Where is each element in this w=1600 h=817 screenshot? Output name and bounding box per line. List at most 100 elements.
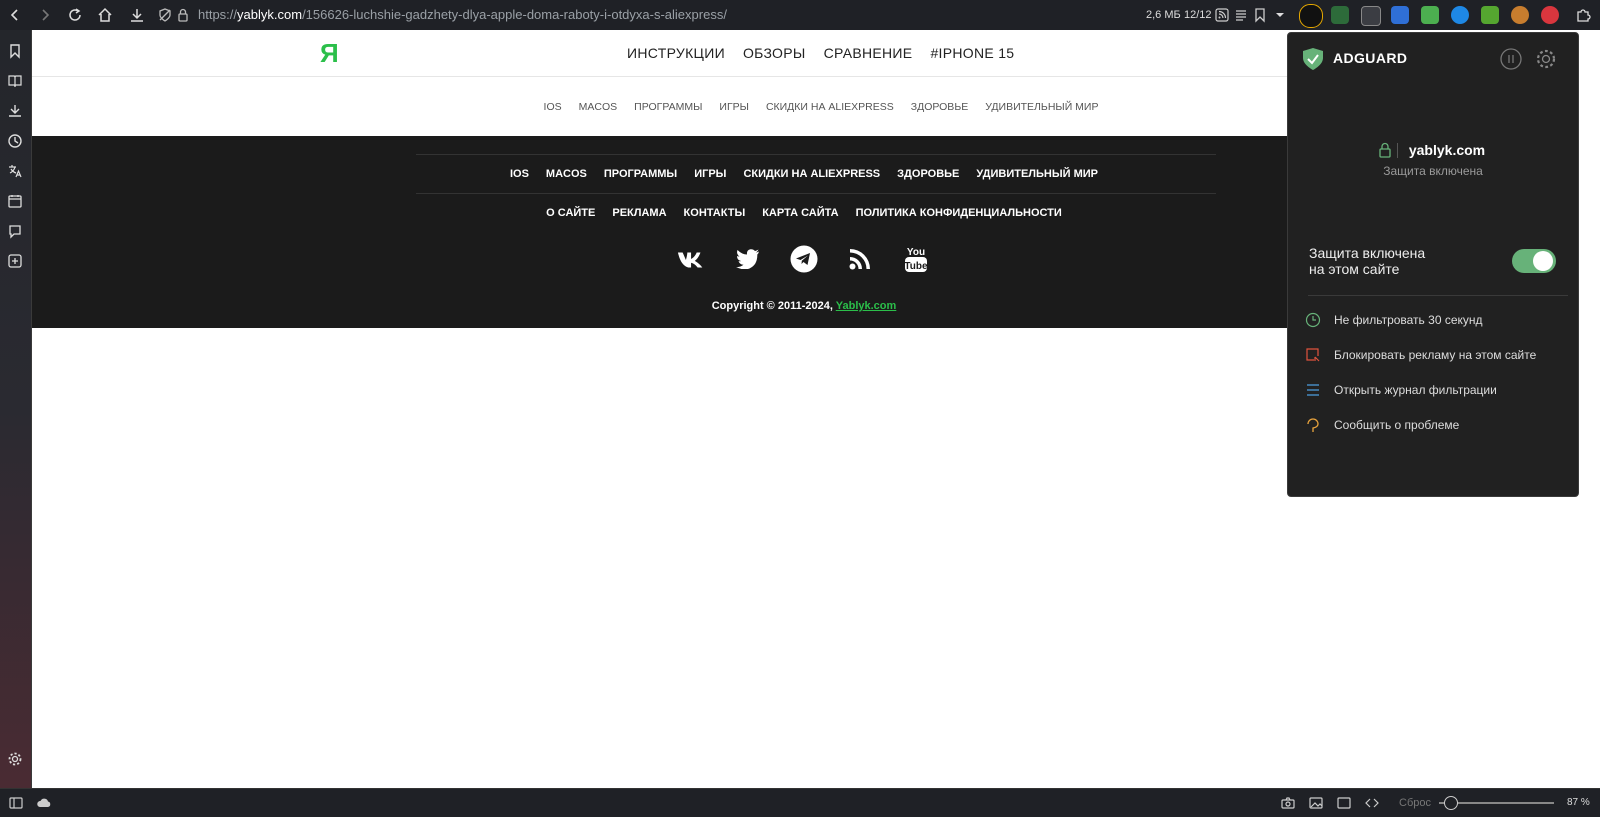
extension-record-icon[interactable] [1541,6,1559,24]
youtube-icon[interactable]: You Tube [900,243,932,275]
report-icon [1307,418,1319,432]
url-path: /156626-luchshie-gadzhety-dlya-apple-dom… [302,7,727,22]
bookmark-button[interactable] [1249,4,1271,26]
action-block-ads[interactable]: Блокировать рекламу на этом сайте [1305,345,1536,365]
action-filter-log[interactable]: Открыть журнал фильтрации [1305,380,1497,400]
nav-item-comparison[interactable]: СРАВНЕНИЕ [824,45,913,61]
category-ios[interactable]: IOS [544,101,562,113]
settings-gear-icon[interactable] [1535,48,1557,70]
footer-link-about[interactable]: О САЙТЕ [546,207,595,219]
calendar-icon [8,195,22,208]
address-dropdown-button[interactable] [1269,4,1291,26]
url-host: yablyk.com [237,7,303,22]
extension-eye-icon[interactable] [1331,6,1349,24]
svg-text:Tube: Tube [904,261,928,272]
extension-cookie-icon[interactable] [1511,6,1529,24]
page-tiling-icon[interactable] [1336,795,1352,811]
panel-toggle-icon[interactable] [8,795,24,811]
footer-link-health[interactable]: ЗДОРОВЬЕ [897,168,959,180]
extension-download-icon[interactable] [1481,6,1499,24]
footer-link-macos[interactable]: MACOS [546,168,587,180]
action-report-problem[interactable]: Сообщить о проблеме [1305,415,1459,435]
category-health[interactable]: ЗДОРОВЬЕ [911,101,968,113]
protection-line-1: Защита включена [1309,245,1426,261]
adguard-extension-icon[interactable] [1421,6,1439,24]
footer-link-programs[interactable]: ПРОГРАММЫ [604,168,677,180]
cloud-sync-icon[interactable] [36,795,52,811]
footer-link-contacts[interactable]: КОНТАКТЫ [684,207,746,219]
extension-glasses-icon[interactable] [1361,6,1381,26]
footer-link-amazing-world[interactable]: УДИВИТЕЛЬНЫЙ МИР [976,168,1098,180]
footer-link-sitemap[interactable]: КАРТА САЙТА [762,207,838,219]
site-info-button[interactable] [172,4,194,26]
back-icon [10,9,18,21]
category-amazing-world[interactable]: УДИВИТЕЛЬНЫЙ МИР [985,101,1098,113]
footer-link-privacy[interactable]: ПОЛИТИКА КОНФИДЕНЦИАЛЬНОСТИ [856,207,1062,219]
telegram-icon[interactable] [788,243,820,275]
footer-link-games[interactable]: ИГРЫ [694,168,726,180]
screenshot-icon[interactable] [1280,795,1296,811]
site-logo[interactable]: Я [320,38,339,69]
reload-button[interactable] [64,4,86,26]
adguard-popup: ADGUARD yablyk.com Защита включена Защит… [1287,32,1579,497]
nav-item-iphone15[interactable]: #IPHONE 15 [930,45,1014,61]
zoom-slider-handle[interactable] [1443,796,1458,810]
copyright-link[interactable]: Yablyk.com [836,300,897,312]
downloads-button[interactable] [126,4,148,26]
sidebar-translate[interactable] [7,163,23,179]
extension-avatar-icon[interactable] [1299,4,1323,28]
sidebar-calendar[interactable] [7,193,23,209]
lock-icon [178,8,188,22]
pause-button[interactable] [1500,48,1522,70]
extension-translate-icon[interactable] [1391,6,1409,24]
footer-link-ads[interactable]: РЕКЛАМА [612,207,666,219]
vk-icon[interactable] [676,243,708,275]
extension-sync-icon[interactable] [1451,6,1469,24]
extensions-button[interactable] [1572,4,1594,26]
action-pause-30s[interactable]: Не фильтровать 30 секунд [1305,310,1483,330]
footer-link-aliexpress[interactable]: СКИДКИ НА ALIEXPRESS [743,168,880,180]
forward-icon [42,9,50,21]
nav-item-reviews[interactable]: ОБЗОРЫ [743,45,806,61]
sidebar-add-panel[interactable] [7,253,23,269]
action-label: Блокировать рекламу на этом сайте [1334,348,1537,362]
footer-link-ios[interactable]: IOS [510,168,529,180]
block-ad-icon [1306,348,1320,362]
category-aliexpress[interactable]: СКИДКИ НА ALIEXPRESS [766,101,894,113]
footer-divider [416,193,1216,194]
sidebar-history[interactable] [7,133,23,149]
home-button[interactable] [94,4,116,26]
category-games[interactable]: ИГРЫ [719,101,749,113]
action-label: Не фильтровать 30 секунд [1334,313,1483,327]
adguard-divider [1308,295,1568,296]
main-nav: ИНСТРУКЦИИ ОБЗОРЫ СРАВНЕНИЕ #IPHONE 15 [627,30,1014,76]
category-programs[interactable]: ПРОГРАММЫ [634,101,702,113]
rss-icon[interactable] [844,243,876,275]
sidebar-feeds[interactable] [7,223,23,239]
zoom-reset-button[interactable]: Сброс [1399,789,1431,817]
sidebar-bookmarks[interactable] [7,43,23,59]
sidebar-reading-list[interactable] [7,73,23,89]
back-button[interactable] [4,4,26,26]
list-icon [1307,384,1319,396]
sidebar-downloads[interactable] [7,103,23,119]
rss-feed-icon [1215,8,1229,22]
image-toggle-icon[interactable] [1308,795,1324,811]
nav-item-instructions[interactable]: ИНСТРУКЦИИ [627,45,725,61]
download-icon [131,9,143,22]
download-icon [9,105,21,117]
site-protection-toggle[interactable] [1512,249,1556,273]
category-macos[interactable]: MACOS [579,101,618,113]
forward-button[interactable] [34,4,56,26]
action-label: Сообщить о проблеме [1334,418,1460,432]
twitter-icon[interactable] [732,243,764,275]
address-bar[interactable]: https://yablyk.com/156626-luchshie-gadzh… [198,0,727,30]
shield-off-icon [159,8,171,22]
clock-icon [1305,312,1321,328]
svg-text:You: You [907,247,925,258]
toggle-knob [1533,251,1553,271]
sidebar-settings[interactable] [7,751,23,767]
adguard-brand: ADGUARD [1333,50,1408,66]
browser-sidebar [0,30,32,788]
page-actions-icon[interactable] [1364,795,1380,811]
